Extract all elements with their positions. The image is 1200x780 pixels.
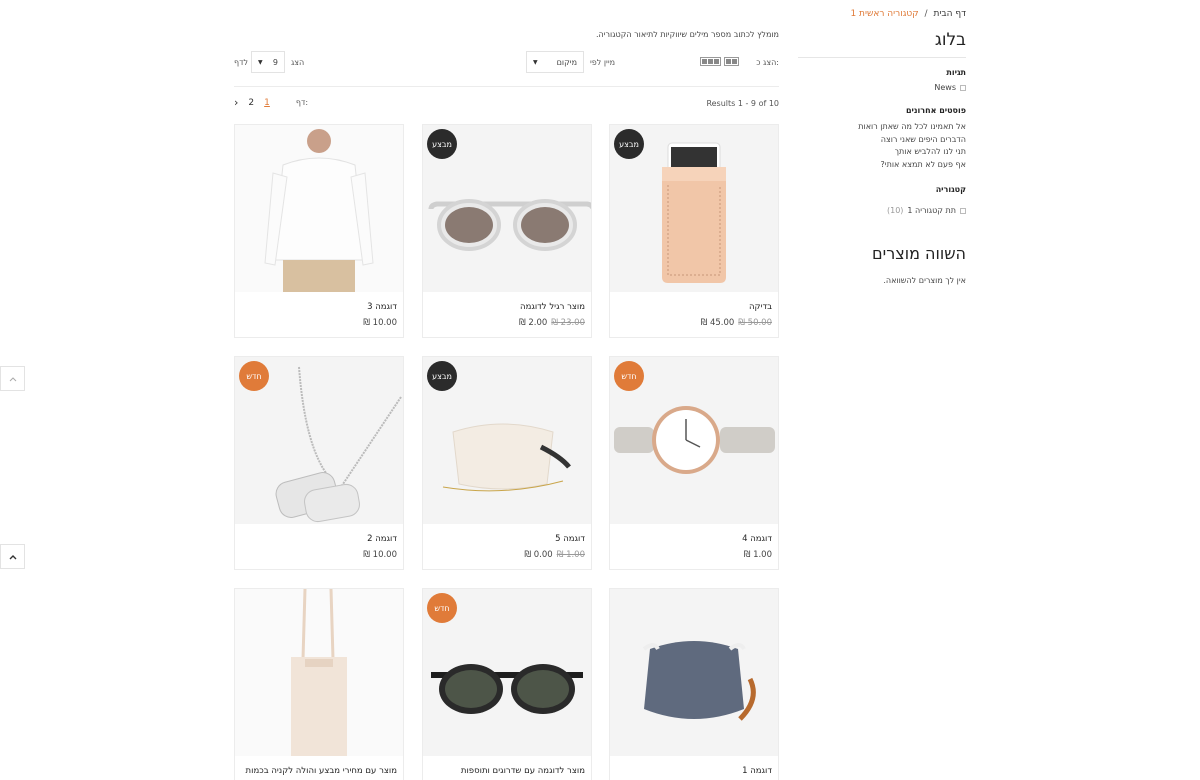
checkbox[interactable] xyxy=(960,207,966,214)
per-page-select[interactable]: ▼ 9 xyxy=(251,51,285,73)
product-card[interactable]: מוצר עם מחירי מבצע והולה לקניה בכמות xyxy=(234,588,404,780)
chevron-up-icon xyxy=(9,376,16,381)
page-link[interactable]: 2 xyxy=(248,98,254,108)
view-mode-switch xyxy=(700,57,739,66)
scroll-up-button[interactable] xyxy=(0,366,25,391)
current-price: 45.00 ₪ xyxy=(700,318,735,328)
product-price: 10.00 ₪ xyxy=(363,550,397,560)
tag-filter-news[interactable]: News xyxy=(934,83,966,92)
product-name[interactable]: מוצר רגיל לדוגמה xyxy=(520,302,585,312)
category-block: קטגוריה תת קטגוריה 1 (10) xyxy=(887,185,966,215)
current-price: 2.00 ₪ xyxy=(518,318,548,328)
show-label: הצג xyxy=(291,58,305,67)
product-card[interactable]: חדש מוצר לדוגמה עם שדרוגים ותוספות xyxy=(422,588,592,780)
product-image[interactable] xyxy=(235,125,403,292)
tag-label: News xyxy=(934,83,956,92)
page-label: דף: xyxy=(295,98,309,107)
product-card[interactable]: חדש דוגמה 4 1.00 ₪ xyxy=(609,356,779,570)
new-badge: חדש xyxy=(614,361,644,391)
compare-products-title: השווה מוצרים xyxy=(872,244,966,263)
product-price: 50.00 ₪ 45.00 ₪ xyxy=(701,318,772,328)
recent-posts-block: פוסטים אחרונים אל תאמינו לכל מה שאתן רוא… xyxy=(858,106,966,171)
divider xyxy=(234,86,779,87)
divider xyxy=(798,57,966,58)
product-name[interactable]: מוצר עם מחירי מבצע והולה לקניה בכמות xyxy=(246,766,397,776)
old-price: 50.00 ₪ xyxy=(738,318,772,328)
blog-title: בלוג xyxy=(934,30,966,50)
category-heading: קטגוריה xyxy=(935,185,966,194)
checkbox[interactable] xyxy=(960,84,966,91)
product-price: 1.00 ₪ xyxy=(744,550,772,560)
recent-post-link[interactable]: תני לנו להלביש אותך xyxy=(858,146,966,159)
tags-block: תגיות News xyxy=(934,68,966,92)
sort-label: מיין לפי xyxy=(590,58,616,67)
breadcrumb-home[interactable]: דף הבית xyxy=(933,9,966,19)
per-page-value: 9 xyxy=(272,57,278,67)
category-label: תת קטגוריה 1 xyxy=(907,206,956,215)
product-price: 10.00 ₪ xyxy=(363,318,397,328)
product-card[interactable]: דוגמה 3 10.00 ₪ xyxy=(234,124,404,338)
product-name[interactable]: דוגמה 2 xyxy=(367,534,397,544)
product-name[interactable]: מוצר לדוגמה עם שדרוגים ותוספות xyxy=(461,766,585,776)
per-page-suffix: לדף xyxy=(234,58,249,67)
category-filter[interactable]: תת קטגוריה 1 (10) xyxy=(887,206,966,215)
next-page-link[interactable]: › xyxy=(234,96,238,109)
pagination: › 2 1 דף: xyxy=(234,96,308,109)
chevron-down-icon: ▼ xyxy=(533,58,538,66)
product-name[interactable]: דוגמה 4 xyxy=(742,534,772,544)
results-count: Results 1 - 9 of 10 xyxy=(706,99,779,108)
sort-value: מיקום xyxy=(556,57,577,67)
category-count: (10) xyxy=(886,206,904,215)
tags-heading: תגיות xyxy=(946,68,966,77)
chevron-down-icon: ▼ xyxy=(258,58,263,66)
breadcrumb: דף הבית / קטגוריה ראשית 1 xyxy=(850,9,966,19)
view-mode-label: הצג כ: xyxy=(756,58,779,67)
product-name[interactable]: דוגמה 5 xyxy=(555,534,585,544)
old-price: 1.00 ₪ xyxy=(556,550,585,560)
product-card[interactable]: מבצע מוצר רגיל לדוגמה 23.00 ₪ 2.00 ₪ xyxy=(422,124,592,338)
product-price: 1.00 ₪ 0.00 ₪ xyxy=(524,550,585,560)
new-badge: חדש xyxy=(239,361,269,391)
product-card[interactable]: חדש דוגמה 2 10.00 ₪ xyxy=(234,356,404,570)
category-description: מומלץ לכתוב מספר מילים שיווקיות לתיאור ה… xyxy=(595,30,779,39)
product-image[interactable] xyxy=(235,589,403,756)
product-card[interactable]: דוגמה 1 xyxy=(609,588,779,780)
old-price: 23.00 ₪ xyxy=(551,318,585,328)
current-price: 1.00 ₪ xyxy=(743,550,772,560)
sale-badge: מבצע xyxy=(427,361,457,391)
grid-view-large-icon[interactable] xyxy=(724,57,739,66)
product-card[interactable]: מבצע בדיקה 50.00 ₪ 45.00 ₪ xyxy=(609,124,779,338)
current-price: 0.00 ₪ xyxy=(524,550,553,560)
new-badge: חדש xyxy=(427,593,457,623)
sort-select[interactable]: ▼ מיקום xyxy=(526,51,584,73)
recent-posts-heading: פוסטים אחרונים xyxy=(905,106,966,115)
recent-post-link[interactable]: הדברים היפים שאני רוצה xyxy=(858,134,966,147)
product-name[interactable]: בדיקה xyxy=(749,302,772,312)
product-name[interactable]: דוגמה 1 xyxy=(742,766,772,776)
product-image[interactable] xyxy=(610,589,778,756)
recent-post-link[interactable]: אף פעם לא תמצא אותי? xyxy=(858,159,966,172)
current-price: 10.00 ₪ xyxy=(363,318,397,328)
product-name[interactable]: דוגמה 3 xyxy=(367,302,397,312)
breadcrumb-separator: / xyxy=(924,9,928,19)
product-card[interactable]: מבצע דוגמה 5 1.00 ₪ 0.00 ₪ xyxy=(422,356,592,570)
back-to-top-button[interactable] xyxy=(0,544,25,569)
page-link-current[interactable]: 1 xyxy=(264,98,270,108)
sale-badge: מבצע xyxy=(427,129,457,159)
current-price: 10.00 ₪ xyxy=(363,550,397,560)
product-price: 23.00 ₪ 2.00 ₪ xyxy=(519,318,585,328)
chevron-up-icon xyxy=(9,554,16,559)
breadcrumb-current[interactable]: קטגוריה ראשית 1 xyxy=(850,9,918,19)
grid-view-icon[interactable] xyxy=(700,57,721,66)
compare-empty-message: אין לך מוצרים להשוואה. xyxy=(883,276,966,285)
sale-badge: מבצע xyxy=(614,129,644,159)
toolbar: הצג כ: מיין לפי ▼ מיקום הצג ▼ 9 לדף xyxy=(234,51,779,73)
recent-post-link[interactable]: אל תאמינו לכל מה שאתן רואות xyxy=(858,121,966,134)
